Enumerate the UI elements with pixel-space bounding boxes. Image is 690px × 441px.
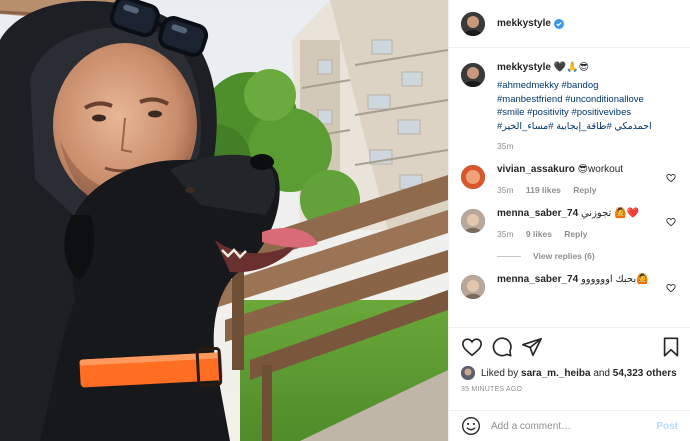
heart-icon[interactable] xyxy=(666,217,676,227)
action-bar xyxy=(461,328,679,366)
liked-by-prefix: Liked by xyxy=(481,367,519,379)
caption-hashtags: #ahmedmekky #bandog #manbestfriend #unco… xyxy=(497,79,677,133)
liked-by: Liked by sara_m._heiba and 54,323 others xyxy=(461,366,678,380)
liked-by-mid: and xyxy=(593,367,610,379)
comment-text: بحبك اوووووو🙆 xyxy=(580,274,649,285)
author-username[interactable]: mekkystyle xyxy=(497,18,551,29)
post-caption: mekkystyle 🖤🙏😎 #ahmedmekky #bandog #manb… xyxy=(461,49,678,151)
author-avatar[interactable] xyxy=(461,63,485,87)
liker-avatar[interactable] xyxy=(461,366,475,380)
commenter-avatar[interactable] xyxy=(461,275,485,299)
reply-button[interactable]: Reply xyxy=(573,185,596,195)
caption-emojis: 🖤🙏😎 xyxy=(553,62,590,73)
verified-badge-icon xyxy=(553,18,564,29)
liked-by-user[interactable]: sara_m._heiba xyxy=(521,368,591,379)
comment-item: menna_saber_74 تجوزني 🙆❤️ 35m 9 likes Re… xyxy=(461,207,678,239)
heart-icon[interactable] xyxy=(461,336,483,358)
emoji-icon[interactable] xyxy=(461,416,481,436)
comment-item: menna_saber_74 بحبك اوووووو🙆 xyxy=(461,273,678,299)
heart-icon[interactable] xyxy=(666,283,676,293)
comment-text: تجوزني 🙆❤️ xyxy=(580,208,639,219)
post-photo-illustration xyxy=(0,0,448,441)
hashtag-line[interactable]: #ahmedmekky #bandog xyxy=(497,79,677,93)
caption-time[interactable]: 35m xyxy=(497,141,677,151)
comment-likes[interactable]: 9 likes xyxy=(526,229,552,239)
caption-username[interactable]: mekkystyle xyxy=(497,62,551,73)
instagram-post: mekkystyle mekkystyle 🖤🙏😎 #ahmedmekky #b… xyxy=(0,0,690,441)
comment-time[interactable]: 35m xyxy=(497,229,514,239)
post-comment-button[interactable]: Post xyxy=(656,421,678,432)
reply-button[interactable]: Reply xyxy=(564,229,587,239)
hashtag-line[interactable]: احمدمكي #طاقة_إيجابية #مساء_الخير# xyxy=(497,120,677,134)
post-actions-section: Liked by sara_m._heiba and 54,323 others… xyxy=(449,327,690,393)
add-comment-input[interactable] xyxy=(491,420,651,432)
liked-by-count[interactable]: 54,323 others xyxy=(613,368,677,379)
share-icon[interactable] xyxy=(521,336,543,358)
post-sidebar: mekkystyle mekkystyle 🖤🙏😎 #ahmedmekky #b… xyxy=(448,0,690,441)
bookmark-icon[interactable] xyxy=(660,336,682,358)
view-replies-label: View replies (6) xyxy=(533,251,595,261)
view-replies-divider xyxy=(497,255,521,257)
commenter-avatar[interactable] xyxy=(461,165,485,189)
comment-username[interactable]: menna_saber_74 xyxy=(497,274,578,285)
hashtag-line[interactable]: #manbestfriend #unconditionallove xyxy=(497,93,677,107)
hashtag-line[interactable]: #smile #positivity #positivevibes xyxy=(497,106,677,120)
comments-section[interactable]: mekkystyle 🖤🙏😎 #ahmedmekky #bandog #manb… xyxy=(449,49,690,327)
comment-time[interactable]: 35m xyxy=(497,185,514,195)
comment-username[interactable]: vivian_assakuro xyxy=(497,164,575,175)
post-photo[interactable] xyxy=(0,0,448,441)
comment-icon[interactable] xyxy=(491,336,513,358)
comment-item: vivian_assakuro 😎workout 35m 119 likes R… xyxy=(461,163,678,195)
post-timestamp[interactable]: 35 MINUTES AGO xyxy=(461,386,678,393)
heart-icon[interactable] xyxy=(666,173,676,183)
comment-text: 😎workout xyxy=(577,164,624,175)
view-replies-button[interactable]: View replies (6) xyxy=(497,251,678,261)
comment-username[interactable]: menna_saber_74 xyxy=(497,208,578,219)
author-avatar[interactable] xyxy=(461,11,485,36)
post-header: mekkystyle xyxy=(449,0,690,48)
commenter-avatar[interactable] xyxy=(461,209,485,233)
add-comment-bar: Post xyxy=(449,410,690,441)
comment-likes[interactable]: 119 likes xyxy=(526,185,561,195)
